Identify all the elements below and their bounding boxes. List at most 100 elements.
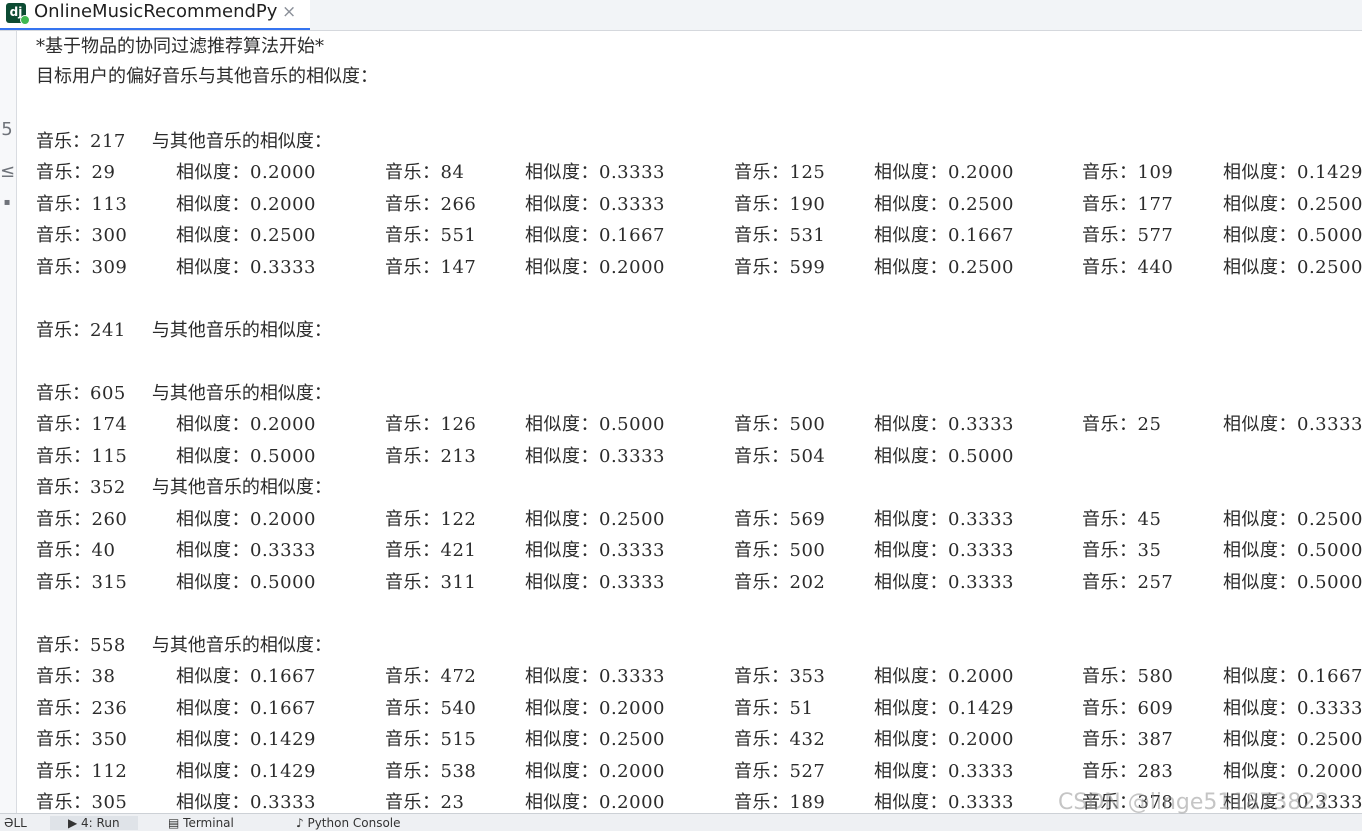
- similarity-value: 0.2000: [599, 697, 665, 719]
- similarity-value: 0.3333: [948, 760, 1014, 782]
- music-label: 音乐：: [385, 162, 441, 183]
- music-id: 500: [789, 540, 826, 561]
- music-cell: 音乐：25: [1082, 410, 1161, 440]
- similarity-cell: 相似度：0.2500: [1223, 505, 1362, 535]
- music-label: 音乐：: [734, 162, 790, 183]
- similarity-value: 0.2500: [1297, 508, 1362, 530]
- similarity-label: 相似度：: [874, 571, 948, 593]
- similarity-value: 0.1429: [948, 697, 1014, 719]
- group-suffix: 与其他音乐的相似度：: [151, 319, 332, 341]
- music-label: 音乐：: [385, 792, 441, 813]
- music-cell: 音乐：569: [734, 505, 825, 535]
- music-label: 音乐：: [385, 256, 441, 278]
- similarity-label: 相似度：: [874, 445, 948, 467]
- music-cell: 音乐：40: [36, 536, 115, 566]
- similarity-value: 0.2000: [250, 414, 316, 435]
- similarity-label: 相似度：: [1223, 666, 1297, 687]
- music-label: 音乐：: [385, 571, 441, 593]
- music-label: 音乐：: [36, 571, 92, 593]
- terminal-tool-tab[interactable]: ▤ Terminal: [168, 816, 234, 830]
- music-cell: 音乐：29: [36, 158, 115, 188]
- music-cell: 音乐：440: [1082, 253, 1173, 283]
- music-id: 500: [789, 414, 826, 435]
- similarity-value: 0.2000: [948, 729, 1014, 750]
- similarity-value: 0.2000: [250, 162, 316, 183]
- similarity-value: 0.2500: [250, 225, 316, 246]
- tab-onlinemusicrecommendpy[interactable]: dj OnlineMusicRecommendPy ×: [0, 0, 310, 30]
- scroll-to-end-icon[interactable]: ≤: [0, 161, 15, 182]
- similarity-value: 0.2000: [948, 162, 1014, 183]
- bottom-tool-item[interactable]: ƏLL: [4, 816, 27, 830]
- similarity-value: 0.1667: [948, 225, 1014, 246]
- group-header: 音乐：217 与其他音乐的相似度：: [36, 127, 332, 157]
- music-cell: 音乐：504: [734, 442, 825, 472]
- music-label: 音乐：: [734, 445, 790, 467]
- music-cell: 音乐：609: [1082, 694, 1173, 724]
- similarity-label: 相似度：: [874, 162, 948, 183]
- music-label: 音乐：: [385, 729, 441, 750]
- music-id: 147: [440, 256, 477, 278]
- music-id: 35: [1137, 540, 1162, 561]
- music-id: 538: [440, 760, 477, 782]
- music-id: 113: [91, 193, 128, 215]
- similarity-value: 0.1429: [1297, 162, 1362, 183]
- music-label: 音乐：: [1082, 540, 1138, 561]
- similarity-label: 相似度：: [1223, 760, 1297, 782]
- python-console-tool-tab[interactable]: ♪ Python Console: [296, 816, 401, 830]
- similarity-label: 相似度：: [874, 729, 948, 750]
- music-cell: 音乐：387: [1082, 725, 1173, 755]
- music-id: 531: [789, 225, 826, 246]
- run-tool-tab[interactable]: ▶ 4: Run: [50, 816, 138, 830]
- music-id: 40: [91, 540, 116, 561]
- similarity-value: 0.5000: [599, 414, 665, 435]
- music-id: 527: [789, 760, 826, 782]
- settings-icon[interactable]: ▪: [0, 197, 14, 208]
- music-id: 283: [1137, 760, 1174, 782]
- console-gutter: 5 ≤ ▪: [0, 31, 17, 813]
- similarity-label: 相似度：: [525, 414, 599, 435]
- music-cell: 音乐：309: [36, 253, 127, 283]
- similarity-cell: 相似度：0.3333: [874, 568, 1014, 598]
- group-music-label: 音乐：: [36, 634, 90, 656]
- similarity-value: 0.5000: [250, 571, 316, 593]
- similarity-value: 0.1667: [250, 697, 316, 719]
- similarity-cell: 相似度：0.1429: [1223, 158, 1362, 188]
- similarity-cell: 相似度：0.1429: [874, 694, 1014, 724]
- similarity-label: 相似度：: [874, 508, 948, 530]
- similarity-label: 相似度：: [525, 792, 599, 813]
- similarity-cell: 相似度：0.2500: [1223, 253, 1362, 283]
- similarity-value: 0.3333: [1297, 697, 1362, 719]
- group-header: 音乐：558 与其他音乐的相似度：: [36, 631, 332, 661]
- similarity-value: 0.3333: [599, 571, 665, 593]
- similarity-value: 0.3333: [599, 666, 665, 687]
- music-label: 音乐：: [36, 162, 92, 183]
- close-icon[interactable]: ×: [282, 2, 296, 22]
- similarity-label: 相似度：: [1223, 414, 1297, 435]
- similarity-cell: 相似度：0.1667: [525, 221, 665, 251]
- music-id: 122: [440, 508, 477, 530]
- music-cell: 音乐：190: [734, 190, 825, 220]
- music-label: 音乐：: [734, 571, 790, 593]
- similarity-label: 相似度：: [874, 760, 948, 782]
- similarity-value: 0.3333: [250, 792, 316, 813]
- music-id: 29: [91, 162, 116, 183]
- similarity-label: 相似度：: [874, 697, 948, 719]
- console-subheader: 目标用户的偏好音乐与其他音乐的相似度：: [36, 66, 378, 87]
- group-header: 音乐：241 与其他音乐的相似度：: [36, 316, 332, 346]
- music-id: 551: [440, 225, 477, 246]
- similarity-value: 0.2000: [599, 256, 665, 278]
- similarity-value: 0.2500: [1297, 729, 1362, 750]
- music-id: 309: [91, 256, 128, 278]
- similarity-cell: 相似度：0.2500: [525, 505, 665, 535]
- music-id: 125: [789, 162, 826, 183]
- music-label: 音乐：: [734, 225, 790, 246]
- similarity-cell: 相似度：0.2000: [874, 662, 1014, 692]
- similarity-label: 相似度：: [525, 445, 599, 467]
- music-cell: 音乐：266: [385, 190, 476, 220]
- music-cell: 音乐：84: [385, 158, 464, 188]
- music-id: 177: [1137, 193, 1174, 215]
- similarity-value: 0.3333: [948, 508, 1014, 530]
- similarity-cell: 相似度：0.5000: [176, 442, 316, 472]
- music-id: 112: [91, 760, 128, 782]
- similarity-label: 相似度：: [176, 445, 250, 467]
